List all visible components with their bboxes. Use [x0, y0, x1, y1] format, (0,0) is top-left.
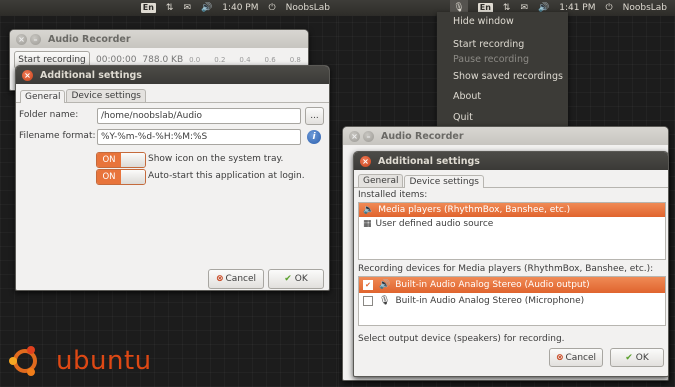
additional-settings-dialog-devices: × Additional settings General Device set… — [353, 151, 669, 377]
menu-item-about[interactable]: About — [437, 87, 568, 108]
username[interactable]: NoobsLab — [623, 3, 667, 13]
toggle-on-label: ON — [97, 153, 121, 167]
ubuntu-logo-icon — [7, 343, 43, 379]
menu-item-show-saved-recordings[interactable]: Show saved recordings — [437, 67, 568, 88]
minimize-icon[interactable]: – — [30, 33, 41, 45]
check-icon: ✔ — [625, 352, 633, 363]
dialog-title: Additional settings — [40, 69, 142, 81]
autostart-label: Auto-start this application at login. — [148, 171, 305, 181]
dialog-titlebar: × Additional settings — [16, 66, 329, 84]
window-titlebar: × – Audio Recorder — [10, 30, 308, 48]
ok-label: OK — [635, 352, 649, 363]
file-size: 788.0 KB — [142, 55, 184, 65]
indicator-menu: Hide window Start recording Pause record… — [437, 12, 568, 133]
menu-item-hide-window[interactable]: Hide window — [437, 12, 568, 33]
cancel-button[interactable]: ⊗ Cancel — [549, 348, 603, 367]
speaker-icon: 🔈 — [363, 205, 375, 215]
cancel-button[interactable]: ⊗ Cancel — [208, 269, 264, 289]
level-tick: 0.8 — [289, 56, 301, 64]
mail-icon[interactable]: ✉ — [183, 3, 191, 13]
window-titlebar: × – Audio Recorder — [343, 127, 668, 145]
checkbox-unchecked[interactable] — [363, 296, 373, 306]
window-title: Audio Recorder — [381, 130, 464, 142]
tab-general[interactable]: General — [20, 90, 66, 103]
browse-folder-button[interactable]: ... — [305, 107, 324, 125]
close-icon[interactable]: × — [22, 69, 33, 81]
keyboard-indicator[interactable]: En — [140, 3, 156, 13]
checkbox-checked[interactable]: ✔ — [363, 280, 373, 290]
filename-format-label: Filename format: — [19, 131, 96, 141]
level-tick: 0.4 — [239, 56, 251, 64]
menu-item-start-recording[interactable]: Start recording — [437, 37, 568, 53]
installed-items-label: Installed items: — [358, 190, 428, 200]
top-panel-left: En ⇅ ✉ 🔊 1:40 PM ⏻ NoobsLab — [0, 0, 338, 16]
ubuntu-wordmark: ubuntu — [56, 346, 152, 376]
list-item-label: User defined audio source — [375, 219, 494, 229]
folder-name-label: Folder name: — [19, 110, 79, 120]
installed-items-list: 🔈 Media players (RhythmBox, Banshee, etc.… — [358, 202, 666, 260]
list-item-label: Media players (RhythmBox, Banshee, etc.) — [378, 205, 571, 215]
tray-icon-toggle[interactable]: ON — [96, 152, 146, 168]
filename-format-field[interactable]: %Y-%m-%d-%H:%M:%S — [97, 129, 301, 145]
ok-button[interactable]: ✔ OK — [610, 348, 664, 367]
device-row-microphone[interactable]: 🎙 Built-in Audio Analog Stereo (Micropho… — [359, 293, 665, 309]
settings-tabs: General Device settings — [354, 173, 668, 188]
power-icon[interactable]: ⏻ — [605, 3, 612, 13]
close-icon[interactable]: × — [349, 130, 360, 142]
check-icon: ✔ — [284, 274, 292, 284]
speaker-icon: 🔊 — [379, 280, 391, 290]
minimize-icon[interactable]: – — [363, 130, 374, 142]
volume-icon[interactable]: 🔊 — [201, 3, 212, 13]
toggle-on-label: ON — [97, 170, 121, 184]
cancel-icon: ⊗ — [555, 352, 564, 363]
clock[interactable]: 1:40 PM — [222, 3, 258, 13]
toggle-knob — [121, 153, 145, 167]
recording-devices-list: ✔ 🔊 Built-in Audio Analog Stereo (Audio … — [358, 276, 666, 326]
folder-name-field[interactable]: /home/noobslab/Audio — [97, 108, 301, 124]
list-item-media-players[interactable]: 🔈 Media players (RhythmBox, Banshee, etc.… — [359, 203, 665, 217]
device-row-audio-output[interactable]: ✔ 🔊 Built-in Audio Analog Stereo (Audio … — [359, 277, 665, 293]
tray-icon-label: Show icon on the system tray. — [148, 154, 284, 164]
cancel-label: Cancel — [225, 274, 257, 284]
device-label: Built-in Audio Analog Stereo (Microphone… — [395, 296, 585, 306]
close-icon[interactable]: × — [16, 33, 27, 45]
tab-device-settings[interactable]: Device settings — [66, 89, 146, 102]
settings-tabs: General Device settings — [16, 88, 329, 103]
toggle-knob — [121, 170, 145, 184]
info-icon[interactable]: i — [307, 130, 321, 144]
ok-button[interactable]: ✔ OK — [268, 269, 324, 289]
dialog-title: Additional settings — [378, 155, 480, 167]
network-icon[interactable]: ⇅ — [166, 3, 174, 13]
dialog-titlebar: × Additional settings — [354, 152, 668, 170]
list-item-user-defined-source[interactable]: ▦ User defined audio source — [359, 217, 665, 231]
level-tick: 0.6 — [264, 56, 276, 64]
level-tick: 0.2 — [214, 56, 226, 64]
menu-item-quit[interactable]: Quit — [437, 108, 568, 129]
additional-settings-dialog-general: × Additional settings General Device set… — [15, 65, 330, 291]
device-label: Built-in Audio Analog Stereo (Audio outp… — [395, 280, 590, 290]
menu-item-pause-recording: Pause recording — [453, 53, 529, 65]
close-icon[interactable]: × — [360, 155, 371, 167]
tab-general[interactable]: General — [358, 174, 404, 187]
cancel-icon: ⊗ — [215, 274, 224, 284]
ok-label: OK — [294, 274, 308, 284]
power-icon[interactable]: ⏻ — [268, 3, 275, 13]
window-title: Audio Recorder — [48, 33, 131, 45]
elapsed-time: 00:00:00 — [96, 55, 137, 65]
microphone-icon: 🎙 — [379, 296, 391, 306]
level-tick: 0.0 — [189, 56, 201, 64]
audio-card-icon: ▦ — [363, 219, 372, 229]
tab-device-settings[interactable]: Device settings — [404, 175, 484, 188]
cancel-label: Cancel — [565, 352, 597, 363]
recording-devices-label: Recording devices for Media players (Rhy… — [358, 264, 654, 274]
autostart-toggle[interactable]: ON — [96, 169, 146, 185]
hint-text: Select output device (speakers) for reco… — [358, 334, 565, 344]
username[interactable]: NoobsLab — [286, 3, 330, 13]
